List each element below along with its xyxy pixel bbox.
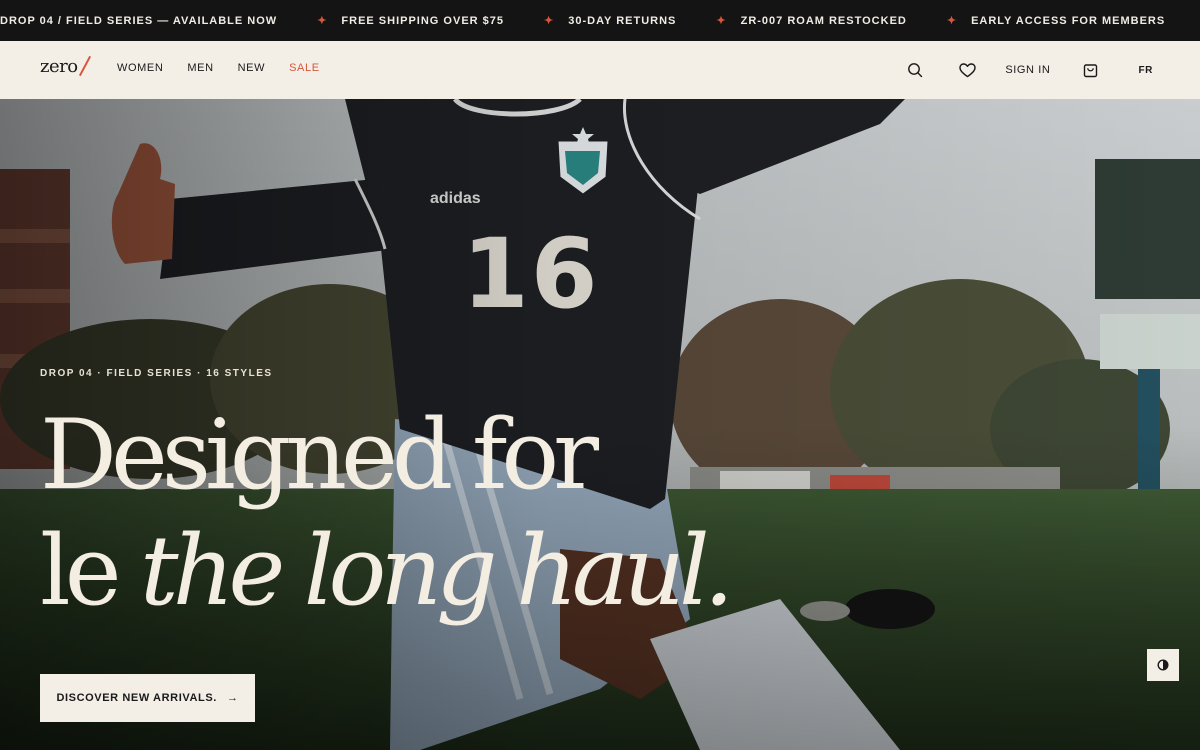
contrast-icon[interactable] — [1147, 649, 1179, 681]
nav-item-women[interactable]: WOMEN — [117, 62, 163, 74]
announcement-text: FREE SHIPPING OVER $75 — [341, 14, 505, 27]
headline-italic-text: the long haul. — [140, 515, 734, 627]
headline-line-1: Designed for — [40, 399, 599, 511]
arrow-right-icon: → — [226, 692, 239, 704]
headline-roman-word: le — [40, 515, 121, 627]
logo[interactable]: zero — [40, 55, 91, 77]
announcement-text: 30-DAY RETURNS — [568, 14, 677, 27]
header-actions: SIGN IN FR — [905, 41, 1153, 99]
announcement-item: ✦ 30-DAY RETURNS — [504, 14, 677, 28]
star-separator-icon: ✦ — [317, 15, 328, 27]
star-separator-icon: ✦ — [716, 15, 727, 27]
cta-label: DISCOVER NEW ARRIVALS. — [56, 692, 217, 704]
discover-new-arrivals-button[interactable]: DISCOVER NEW ARRIVALS. → — [40, 674, 255, 722]
nav-item-new[interactable]: NEW — [238, 62, 265, 74]
logo-text: zero — [40, 55, 78, 77]
announcement-text: EARLY ACCESS FOR MEMBERS — [971, 14, 1166, 27]
hero-section: adidas 16 DROP 04 · FIELD SERIES · 16 ST… — [0, 99, 1200, 750]
sign-in-link[interactable]: SIGN IN — [1005, 64, 1050, 76]
announcement-item: ✦ ZR-007 ROAM RESTOCKED — [676, 14, 907, 28]
announcement-item: ✦ EARLY ACCESS FOR MEMBERS — [907, 14, 1166, 28]
announcement-text: ZR-007 ROAM RESTOCKED — [740, 14, 907, 27]
logo-slash-icon — [78, 55, 91, 77]
search-icon[interactable] — [905, 60, 925, 80]
hero-eyebrow: DROP 04 · FIELD SERIES · 16 STYLES — [40, 368, 273, 379]
announcement-item: DROP 04 / FIELD SERIES — AVAILABLE NOW — [0, 15, 277, 27]
announcement-text: DROP 04 / FIELD SERIES — AVAILABLE NOW — [0, 14, 278, 27]
language-switch[interactable]: FR — [1138, 65, 1153, 76]
headline-line-2: le the long haul. — [40, 513, 734, 629]
nav-item-sale[interactable]: SALE — [289, 62, 320, 74]
bag-icon[interactable] — [1080, 60, 1100, 80]
star-separator-icon: ✦ — [946, 15, 958, 27]
hero-headline: Designed for le the long haul. — [40, 397, 734, 629]
main-nav: WOMEN MEN NEW SALE — [117, 62, 320, 74]
heart-icon[interactable] — [957, 60, 977, 80]
announcement-bar: DROP 04 / FIELD SERIES — AVAILABLE NOW ✦… — [0, 0, 1200, 41]
site-header: zero WOMEN MEN NEW SALE SIGN IN FR — [0, 41, 1200, 99]
star-separator-icon: ✦ — [544, 15, 555, 27]
announcement-item: ✦ FREE SHIPPING OVER $75 — [277, 14, 505, 28]
nav-item-men[interactable]: MEN — [187, 62, 213, 74]
